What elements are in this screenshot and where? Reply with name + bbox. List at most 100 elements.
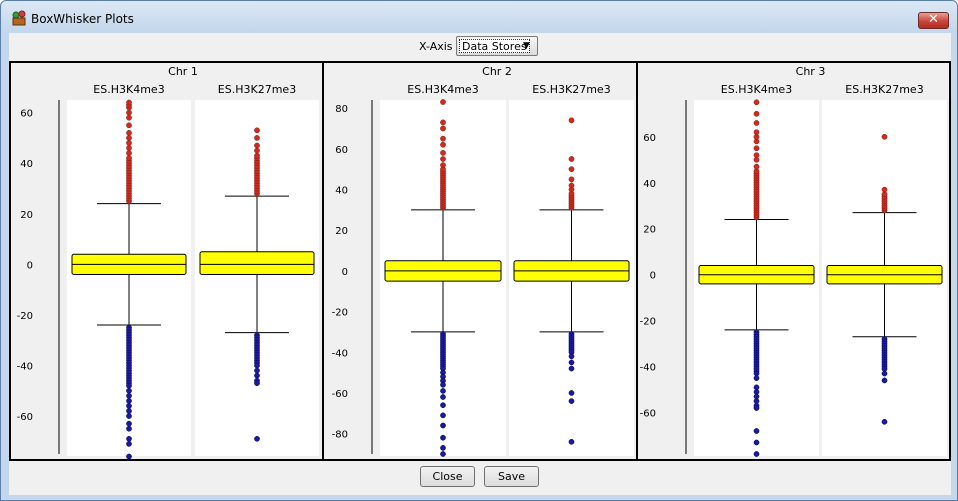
outlier-low-point: [126, 413, 132, 419]
y-tick-label: 0: [342, 267, 348, 278]
outlier-high-point: [126, 99, 132, 106]
outlier-low-point: [753, 439, 760, 446]
outlier-high-point: [568, 176, 575, 183]
y-tick-label: 20: [335, 226, 348, 237]
y-tick-label: 40: [643, 179, 656, 190]
outlier-low-point: [440, 422, 446, 429]
outlier-high-point: [440, 156, 446, 162]
outlier-high-point: [126, 150, 132, 156]
y-tick-label: -80: [332, 430, 348, 441]
boxwhisker-window: BoxWhisker Plots ✕ X-Axis Data Stores ▼ …: [0, 0, 958, 501]
outlier-high-point: [440, 125, 446, 132]
outlier-low-point: [126, 453, 132, 459]
outlier-low-point: [881, 377, 888, 384]
box: [199, 251, 315, 275]
y-tick-label: -20: [17, 311, 33, 322]
series-label: ES.H3K4me3: [93, 83, 164, 96]
chr2-plot-panel: Chr 2 80 60 40 20 0 -20 -40 -60 -80 ES.H3K4me3 ES.H…: [322, 61, 638, 461]
outlier-low-point: [254, 367, 260, 374]
title-bar[interactable]: BoxWhisker Plots ✕: [1, 1, 957, 32]
outlier-high-point: [254, 127, 260, 134]
xaxis-selected-value: Data Stores: [459, 39, 530, 53]
y-tick-label: 60: [335, 145, 348, 156]
chr3-plot-panel: Chr 3 60 40 20 0 -20 -40 -60 ES.H3K4me3 ES.H3K27m…: [636, 61, 951, 461]
outlier-low-point: [440, 445, 446, 451]
outlier-low-point: [753, 405, 760, 411]
outlier-high-point: [881, 186, 888, 193]
outlier-high-point: [753, 145, 760, 152]
outlier-low-point: [753, 451, 760, 457]
outlier-high-point: [753, 110, 760, 117]
outlier-high-point: [126, 114, 132, 121]
outlier-high-point: [568, 182, 575, 189]
xaxis-label: X-Axis: [419, 40, 453, 53]
outlier-low-point: [126, 398, 132, 404]
chart-title: Chr 3: [796, 65, 826, 78]
outlier-high-point: [126, 109, 132, 116]
series-label: ES.H3K27me3: [532, 83, 610, 96]
y-tick-label: 20: [643, 225, 656, 236]
chart-title: Chr 1: [168, 65, 198, 78]
outlier-high-point: [753, 163, 760, 170]
save-button[interactable]: Save: [484, 466, 539, 487]
outlier-high-point: [254, 142, 260, 149]
y-tick-label: -40: [332, 348, 348, 359]
outlier-high-point: [753, 152, 760, 159]
boxplot-svg-1: Chr 1 60 40 20 0 -20 -40 -60 ES.H3K4me3 ES.H3K27m…: [17, 65, 319, 459]
outlier-high-point: [440, 150, 446, 156]
outlier-high-point: [440, 162, 446, 168]
y-tick-label: -20: [332, 308, 348, 319]
series-label: ES.H3K4me3: [407, 83, 478, 96]
y-tick-label: 80: [335, 104, 348, 115]
window-close-button[interactable]: ✕: [918, 12, 949, 29]
outlier-high-point: [568, 117, 575, 124]
outlier-low-point: [881, 418, 888, 425]
outlier-high-point: [126, 155, 132, 162]
y-tick-label: 20: [20, 210, 33, 221]
chevron-down-icon: ▼: [523, 41, 530, 51]
outlier-high-point: [126, 122, 132, 129]
y-tick-label: 60: [643, 133, 656, 144]
xaxis-dropdown[interactable]: Data Stores ▼: [456, 36, 538, 56]
outlier-low-point: [254, 380, 260, 387]
y-tick-label: 40: [20, 159, 33, 170]
outlier-low-point: [440, 388, 446, 394]
outlier-low-point: [126, 425, 132, 432]
outlier-high-point: [126, 145, 132, 151]
y-tick-label: 60: [20, 109, 33, 120]
y-tick-label: -40: [640, 363, 656, 374]
outlier-high-point: [881, 133, 888, 140]
close-button[interactable]: Close: [420, 466, 475, 487]
series-label: ES.H3K27me3: [218, 83, 296, 96]
outlier-low-point: [126, 382, 132, 389]
y-tick-label: -20: [640, 317, 656, 328]
boxplot-svg-2: Chr 2 80 60 40 20 0 -20 -40 -60 -80 ES.H3K4me3 ES.H…: [332, 65, 634, 457]
outlier-high-point: [126, 140, 132, 146]
outlier-high-point: [753, 129, 760, 136]
outlier-low-point: [753, 428, 760, 434]
outlier-low-point: [568, 438, 575, 445]
outlier-high-point: [440, 141, 446, 148]
boxplot-svg-3: Chr 3 60 40 20 0 -20 -40 -60 ES.H3K4me3 ES.H3K27m…: [640, 65, 947, 457]
y-tick-label: -60: [640, 409, 656, 420]
chart-title: Chr 2: [482, 65, 512, 78]
outlier-low-point: [126, 408, 132, 414]
outlier-low-point: [753, 375, 760, 381]
outlier-low-point: [440, 381, 446, 388]
outlier-low-point: [440, 434, 446, 441]
close-icon: ✕: [928, 12, 939, 27]
app-icon: [12, 10, 26, 26]
outlier-low-point: [440, 394, 446, 400]
y-tick-label: -40: [17, 362, 33, 373]
outlier-high-point: [568, 156, 575, 162]
outlier-high-point: [753, 120, 760, 126]
outlier-low-point: [440, 412, 446, 419]
y-tick-label: -60: [332, 389, 348, 400]
outlier-high-point: [254, 152, 260, 159]
y-tick-label: 0: [27, 260, 33, 271]
y-tick-label: -60: [17, 412, 33, 423]
outlier-high-point: [126, 130, 132, 136]
outlier-low-point: [126, 403, 132, 409]
y-tick-label: 40: [335, 186, 348, 197]
client-area: X-Axis Data Stores ▼ Chr 1 60 40 20 0 -20 -40 -…: [9, 33, 951, 495]
